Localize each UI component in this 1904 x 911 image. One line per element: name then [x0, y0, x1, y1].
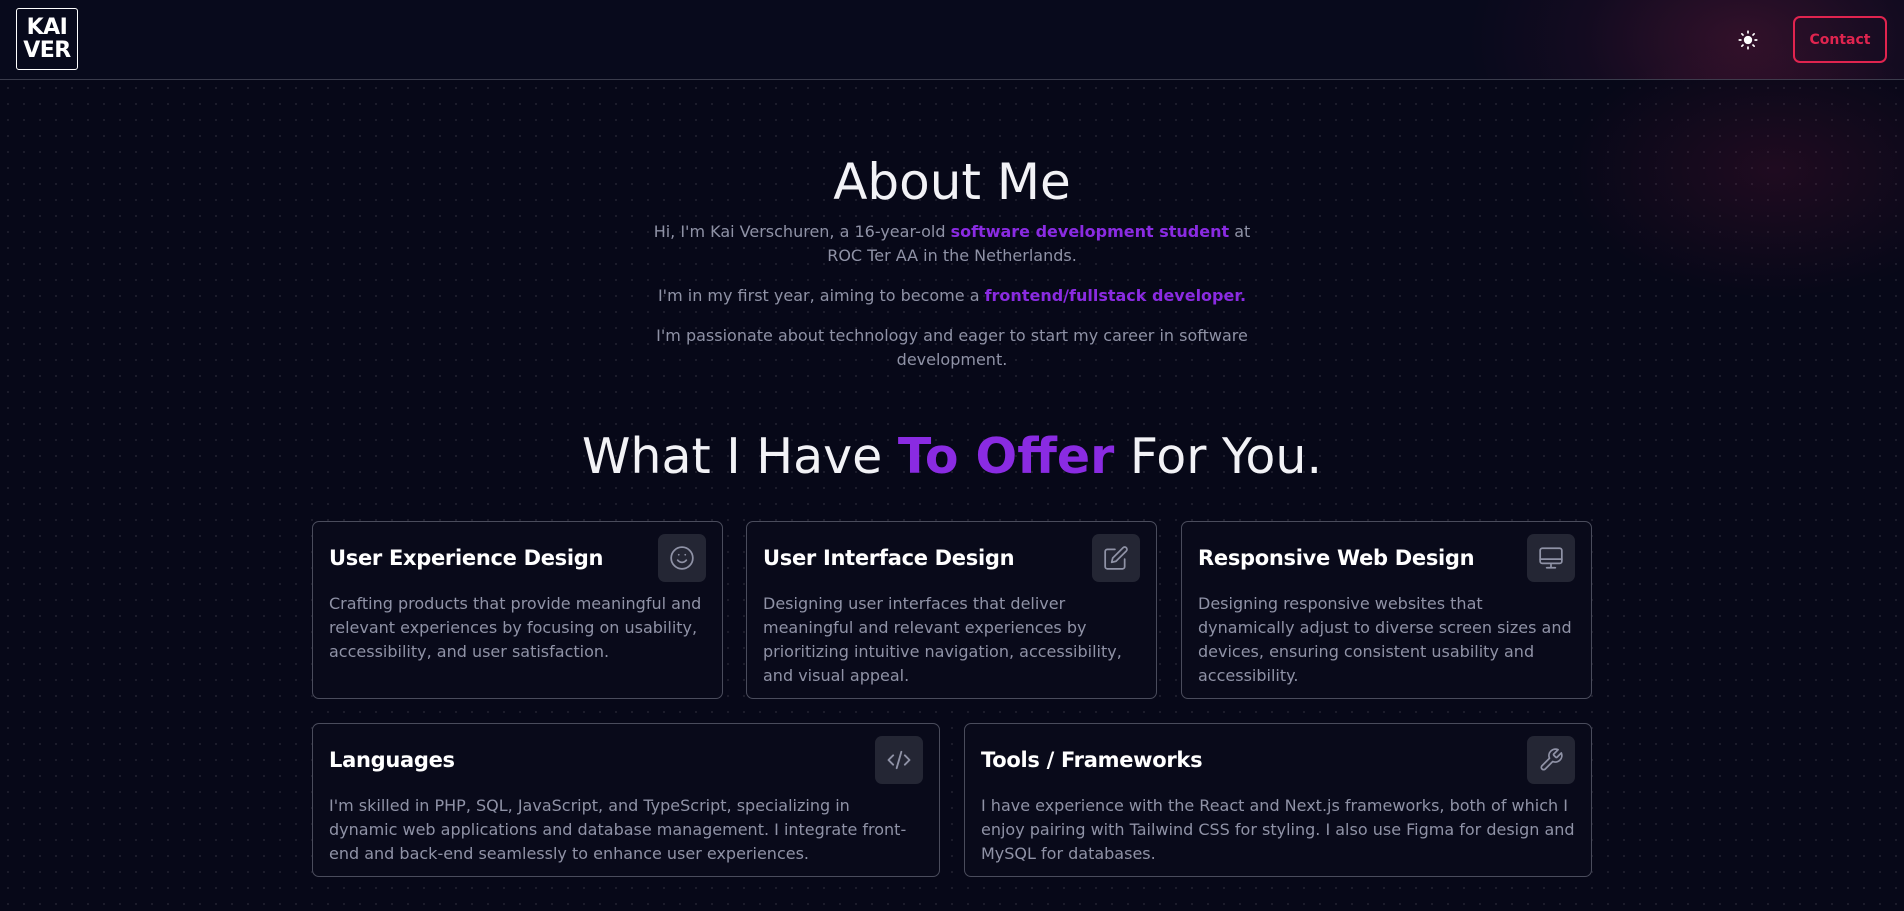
monitor-icon [1527, 534, 1575, 582]
about-p1-highlight: software development student [950, 222, 1230, 241]
contact-button[interactable]: Contact [1793, 16, 1887, 63]
service-card-languages: Languages I'm skilled in PHP, SQL, JavaS… [312, 723, 940, 877]
offer-title-highlight: To Offer [897, 428, 1115, 485]
offer-title-end: For You. [1114, 428, 1323, 485]
about-paragraph-2: I'm in my first year, aiming to become a… [652, 284, 1252, 308]
header-bar: KAI VER Contact [0, 0, 1904, 80]
card-text: I have experience with the React and Nex… [981, 796, 1575, 863]
card-text: Crafting products that provide meaningfu… [329, 594, 702, 661]
about-p2-text: I'm in my first year, aiming to become a [657, 286, 985, 305]
card-text: Designing responsive websites that dynam… [1198, 594, 1572, 685]
offer-title: What I Have To Offer For You. [0, 426, 1904, 488]
card-title: User Experience Design [329, 546, 604, 570]
theme-toggle-button[interactable] [1736, 28, 1760, 52]
card-text: Designing user interfaces that deliver m… [763, 594, 1122, 685]
about-title: About Me [833, 153, 1071, 211]
about-p1-text: Hi, I'm Kai Verschuren, a 16-year-old [653, 222, 951, 241]
card-title: Responsive Web Design [1198, 546, 1475, 570]
offer-title-start: What I Have [581, 428, 898, 485]
service-card-ui: User Interface Design Designing user int… [746, 521, 1157, 699]
code-icon [875, 736, 923, 784]
sun-icon [1738, 30, 1758, 50]
smile-icon [658, 534, 706, 582]
edit-icon [1092, 534, 1140, 582]
about-paragraph-1: Hi, I'm Kai Verschuren, a 16-year-old so… [652, 220, 1252, 268]
wrench-icon [1527, 736, 1575, 784]
about-p2-highlight: frontend/fullstack developer. [984, 286, 1247, 305]
service-card-ux: User Experience Design Crafting products… [312, 521, 723, 699]
card-title: Tools / Frameworks [981, 748, 1203, 772]
card-text: I'm skilled in PHP, SQL, JavaScript, and… [329, 796, 907, 863]
service-card-tools: Tools / Frameworks I have experience wit… [964, 723, 1592, 877]
service-card-responsive: Responsive Web Design Designing responsi… [1181, 521, 1592, 699]
card-title: User Interface Design [763, 546, 1015, 570]
about-paragraph-3: I'm passionate about technology and eage… [656, 326, 1248, 369]
logo-line-1: KAI [26, 15, 68, 40]
card-title: Languages [329, 748, 455, 772]
logo[interactable]: KAI VER [16, 8, 78, 70]
logo-line-2: VER [23, 38, 71, 63]
